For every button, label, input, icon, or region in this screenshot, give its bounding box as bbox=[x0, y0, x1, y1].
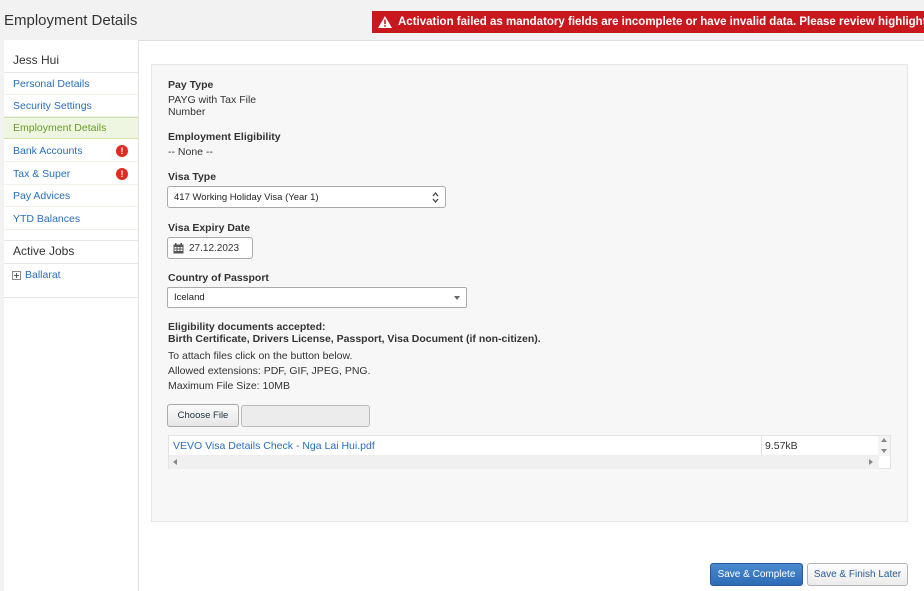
visa-expiry-label: Visa Expiry Date bbox=[168, 222, 251, 234]
sidebar-item-employment-details[interactable]: Employment Details bbox=[4, 117, 138, 139]
allowed-extensions: Allowed extensions: PDF, GIF, JPEG, PNG. bbox=[168, 365, 371, 377]
sidebar-item-tax-super[interactable]: Tax & Super ! bbox=[4, 163, 138, 185]
active-jobs-heading: Active Jobs bbox=[13, 244, 75, 258]
sidebar-item-label: Bank Accounts bbox=[13, 144, 83, 157]
visa-expiry-value: 27.12.2023 bbox=[189, 242, 240, 254]
vertical-scrollbar[interactable] bbox=[878, 436, 890, 456]
error-message: Activation failed as mandatory fields ar… bbox=[398, 16, 924, 28]
documents-heading: Eligibility documents accepted: bbox=[168, 321, 326, 333]
sidebar: Jess Hui Personal Details Security Setti… bbox=[4, 40, 139, 591]
visa-type-select[interactable]: 417 Working Holiday Visa (Year 1) bbox=[167, 186, 446, 208]
sidebar-item-bank-accounts[interactable]: Bank Accounts ! bbox=[4, 140, 138, 162]
attached-file-size: 9.57kB bbox=[765, 440, 798, 452]
error-badge: ! bbox=[116, 145, 128, 157]
pay-type-label: Pay Type bbox=[168, 79, 214, 91]
sidebar-item-personal-details[interactable]: Personal Details bbox=[4, 73, 138, 95]
sidebar-item-label: Tax & Super bbox=[13, 167, 71, 180]
passport-country-value: Iceland bbox=[174, 292, 205, 303]
passport-country-select[interactable]: Iceland bbox=[167, 287, 467, 308]
save-finish-later-button[interactable]: Save & Finish Later bbox=[807, 563, 908, 586]
divider bbox=[4, 240, 138, 241]
sidebar-item-pay-advices[interactable]: Pay Advices bbox=[4, 185, 138, 207]
documents-accepted: Birth Certificate, Drivers License, Pass… bbox=[168, 333, 541, 345]
horizontal-scrollbar[interactable] bbox=[169, 456, 879, 469]
plus-box-icon[interactable] bbox=[12, 270, 21, 280]
attached-files-table: VEVO Visa Details Check - Nga Lai Hui.pd… bbox=[168, 435, 891, 469]
save-complete-button[interactable]: Save & Complete bbox=[710, 563, 803, 586]
scroll-left-icon[interactable] bbox=[173, 459, 177, 465]
eligibility-value: -- None -- bbox=[168, 146, 213, 158]
sidebar-item-label: Security Settings bbox=[13, 99, 92, 112]
sidebar-item-security-settings[interactable]: Security Settings bbox=[4, 95, 138, 117]
scroll-down-icon[interactable] bbox=[881, 449, 887, 453]
chevron-down-icon bbox=[454, 296, 460, 300]
choose-file-button[interactable]: Choose File bbox=[167, 404, 239, 427]
attached-file-link[interactable]: VEVO Visa Details Check - Nga Lai Hui.pd… bbox=[173, 440, 375, 452]
scroll-right-icon[interactable] bbox=[869, 459, 873, 465]
job-ballarat[interactable]: Ballarat bbox=[12, 269, 61, 281]
max-file-size: Maximum File Size: 10MB bbox=[168, 380, 290, 392]
visa-type-label: Visa Type bbox=[168, 171, 217, 183]
attach-instruction: To attach files click on the button belo… bbox=[168, 350, 353, 362]
warning-icon bbox=[378, 16, 392, 28]
sidebar-item-ytd-balances[interactable]: YTD Balances bbox=[4, 208, 138, 230]
calendar-icon[interactable] bbox=[173, 242, 184, 254]
divider bbox=[4, 297, 138, 298]
employee-name: Jess Hui bbox=[13, 53, 60, 67]
table-row: VEVO Visa Details Check - Nga Lai Hui.pd… bbox=[169, 436, 879, 456]
sidebar-item-label: Employment Details bbox=[13, 122, 107, 134]
sidebar-item-label: YTD Balances bbox=[13, 212, 81, 225]
error-banner: Activation failed as mandatory fields ar… bbox=[372, 11, 924, 33]
sidebar-item-label: Pay Advices bbox=[13, 189, 71, 202]
divider bbox=[4, 263, 138, 264]
sidebar-item-label: Personal Details bbox=[13, 77, 90, 90]
pay-type-value-line2: Number bbox=[168, 106, 206, 118]
pay-type-value-line1: PAYG with Tax File bbox=[168, 94, 257, 106]
updown-arrows-icon bbox=[432, 192, 439, 203]
page-title: Employment Details bbox=[4, 12, 138, 29]
column-divider bbox=[761, 436, 762, 456]
visa-type-value: 417 Working Holiday Visa (Year 1) bbox=[174, 191, 319, 203]
error-badge: ! bbox=[116, 168, 128, 180]
scroll-up-icon[interactable] bbox=[881, 438, 887, 442]
eligibility-label: Employment Eligibility bbox=[168, 131, 281, 143]
file-name-field bbox=[241, 405, 370, 427]
visa-expiry-date-field[interactable]: 27.12.2023 bbox=[167, 237, 253, 259]
job-label: Ballarat bbox=[25, 269, 61, 281]
passport-country-label: Country of Passport bbox=[168, 272, 269, 284]
